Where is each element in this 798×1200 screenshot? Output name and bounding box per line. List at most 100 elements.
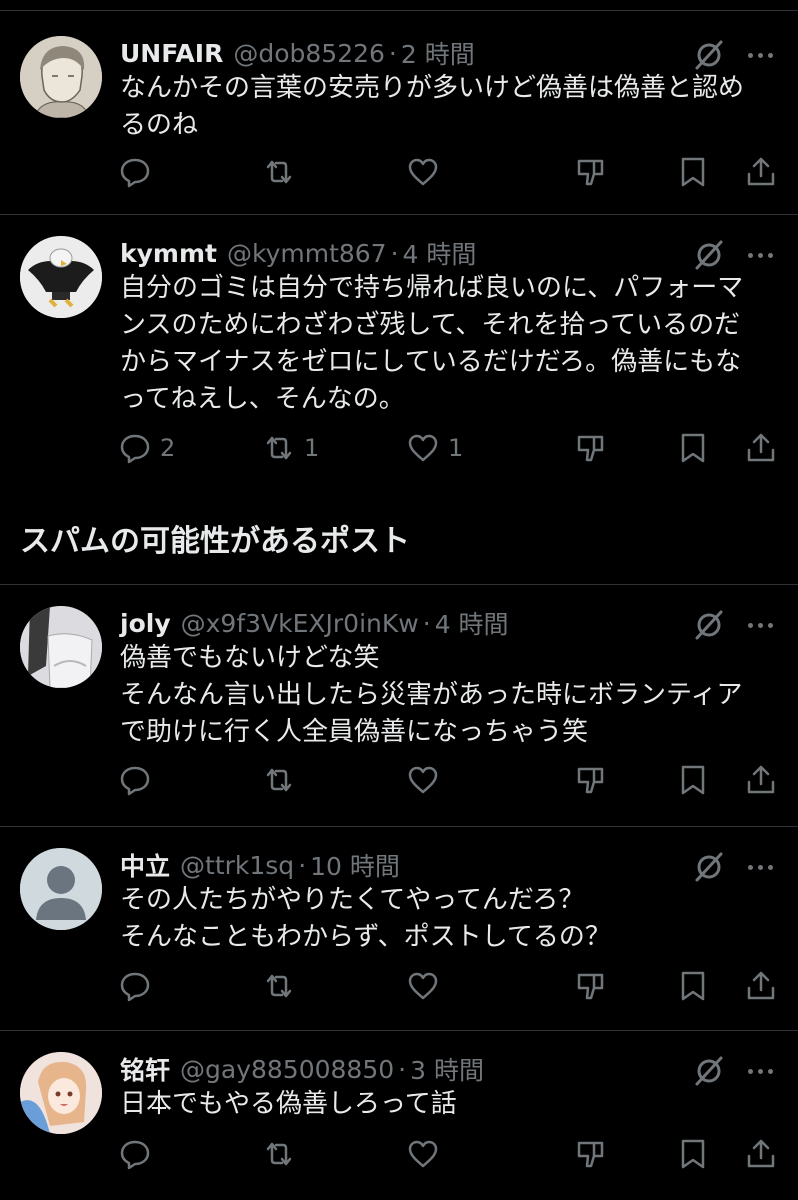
handle[interactable]: @ttrk1sq: [180, 851, 294, 880]
share-button[interactable]: [744, 428, 778, 468]
post-header: 中立 @ttrk1sq · 10 時間: [120, 848, 400, 882]
post-text-line: その人たちがやりたくてやってんだろ？: [120, 885, 585, 915]
display-name[interactable]: joly: [120, 609, 171, 638]
separator-dot: ·: [422, 608, 431, 638]
handle[interactable]: @x9f3VkEXJr0inKw: [181, 609, 419, 638]
avatar[interactable]: [20, 606, 102, 688]
bookmark-button[interactable]: [676, 1134, 710, 1174]
share-icon: [747, 433, 775, 462]
dislike-button[interactable]: [574, 428, 608, 468]
dislike-button[interactable]: [574, 152, 608, 192]
handle[interactable]: @gay885008850: [180, 1055, 394, 1084]
avatar[interactable]: [20, 236, 102, 318]
like-button[interactable]: [406, 1134, 448, 1174]
share-icon: [747, 157, 775, 186]
repost-icon: [266, 160, 292, 184]
share-button[interactable]: [744, 1134, 778, 1174]
avatar[interactable]: [20, 36, 102, 118]
display-name[interactable]: kymmt: [120, 239, 217, 268]
grok-icon[interactable]: [692, 1054, 726, 1088]
more-icon[interactable]: [740, 238, 780, 272]
bookmark-button[interactable]: [676, 966, 710, 1006]
post-text-line: ンスのためにわざわざ残して、それを拾っているのだ: [120, 310, 741, 340]
divider: [0, 214, 798, 215]
handle[interactable]: @dob85226: [233, 39, 385, 68]
separator-dot: ·: [398, 1054, 407, 1084]
reply-icon: [120, 434, 150, 464]
like-icon: [408, 434, 438, 462]
timestamp[interactable]: 4 時間: [403, 235, 477, 271]
reply-icon: [120, 972, 150, 1002]
more-icon[interactable]: [740, 850, 780, 884]
like-button[interactable]: [406, 760, 448, 800]
display-name[interactable]: UNFAIR: [120, 39, 223, 68]
separator-dot: ·: [390, 238, 399, 268]
dislike-icon: [577, 767, 604, 794]
avatar[interactable]: [20, 848, 102, 930]
dislike-button[interactable]: [574, 1134, 608, 1174]
share-icon: [747, 765, 775, 794]
post-text: 自分のゴミは自分で持ち帰れば良いのに、パフォーマ ンスのためにわざわざ残して、そ…: [120, 270, 780, 418]
repost-button[interactable]: [262, 760, 304, 800]
bookmark-button[interactable]: [676, 152, 710, 192]
grok-icon[interactable]: [692, 850, 726, 884]
more-icon[interactable]: [740, 608, 780, 642]
share-button[interactable]: [744, 966, 778, 1006]
share-icon: [747, 1139, 775, 1168]
dislike-icon: [577, 973, 604, 1000]
repost-button[interactable]: [262, 152, 304, 192]
reply-icon: [120, 1140, 150, 1170]
like-icon: [408, 766, 438, 794]
dislike-button[interactable]: [574, 760, 608, 800]
repost-button[interactable]: 1: [262, 428, 319, 468]
like-button[interactable]: 1: [406, 428, 463, 468]
reply-button[interactable]: [118, 1134, 160, 1174]
post-header: kymmt @kymmt867 · 4 時間: [120, 236, 476, 270]
bookmark-icon: [681, 157, 705, 187]
timestamp[interactable]: 10 時間: [310, 847, 400, 883]
repost-button[interactable]: [262, 1134, 304, 1174]
like-icon: [408, 1140, 438, 1168]
bookmark-icon: [681, 971, 705, 1001]
post-text-line: ってねえし、そんなの。: [120, 384, 405, 414]
dislike-button[interactable]: [574, 966, 608, 1006]
reply-button[interactable]: 2: [118, 428, 175, 468]
reply-icon: [120, 766, 150, 796]
action-bar: [0, 760, 798, 800]
bookmark-button[interactable]: [676, 428, 710, 468]
post-text-line: 偽善でもないけどな笑: [120, 643, 380, 673]
post-text-line: で助けに行く人全員偽善になっちゃう笑: [120, 717, 589, 747]
like-icon: [408, 972, 438, 1000]
like-button[interactable]: [406, 966, 448, 1006]
dislike-icon: [577, 159, 604, 186]
timestamp[interactable]: 3 時間: [410, 1051, 484, 1087]
post-text-line: 日本でもやる偽善しろって話: [120, 1089, 457, 1119]
more-icon[interactable]: [740, 38, 780, 72]
dislike-icon: [577, 435, 604, 462]
like-button[interactable]: [406, 152, 448, 192]
share-button[interactable]: [744, 760, 778, 800]
timestamp[interactable]: 4 時間: [435, 605, 509, 641]
avatar[interactable]: [20, 1052, 102, 1134]
repost-button[interactable]: [262, 966, 304, 1006]
action-bar: [0, 966, 798, 1006]
action-bar: 2 1 1: [0, 428, 798, 468]
display-name[interactable]: 铭轩: [120, 1051, 170, 1087]
bookmark-button[interactable]: [676, 760, 710, 800]
more-icon[interactable]: [740, 1054, 780, 1088]
action-bar: [0, 1134, 798, 1174]
reply-button[interactable]: [118, 760, 160, 800]
handle[interactable]: @kymmt867: [227, 239, 387, 268]
post-text-line: るのね: [120, 110, 199, 140]
like-icon: [408, 158, 438, 186]
timestamp[interactable]: 2 時間: [401, 35, 475, 71]
grok-icon[interactable]: [692, 608, 726, 642]
grok-icon[interactable]: [692, 238, 726, 272]
reply-button[interactable]: [118, 152, 160, 192]
display-name[interactable]: 中立: [120, 847, 170, 883]
reply-button[interactable]: [118, 966, 160, 1006]
share-button[interactable]: [744, 152, 778, 192]
post-header: UNFAIR @dob85226 · 2 時間: [120, 36, 475, 70]
grok-icon[interactable]: [692, 38, 726, 72]
separator-dot: ·: [298, 850, 307, 880]
